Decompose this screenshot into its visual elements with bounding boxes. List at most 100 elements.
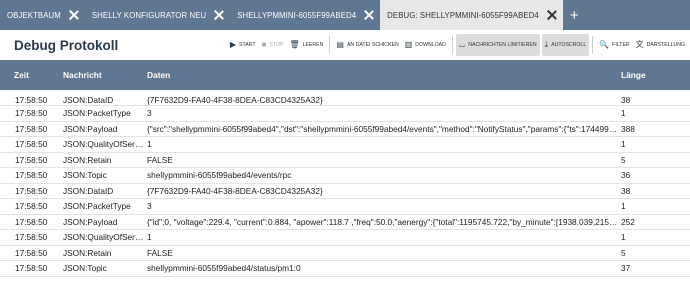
stop-button[interactable]: ■ STOP (259, 34, 287, 56)
cell-time: 17:58:50 (15, 94, 48, 105)
tab-label: SHELLY KONFIGURATOR NEU (91, 10, 207, 20)
download-label: DOWNLOAD (415, 42, 446, 48)
toolbar-divider (592, 36, 594, 54)
table-row[interactable]: 17:58:50 JSON:Retain FALSE 5 (0, 245, 690, 261)
table-header: Zeit Nachricht Daten Länge (0, 60, 690, 90)
cell-time: 17:58:50 (15, 232, 48, 243)
clear-button[interactable]: 🗑 LEEREN (286, 34, 326, 56)
translate-icon: 文 (635, 40, 644, 49)
trash-icon: 🗑 (289, 40, 300, 49)
close-icon[interactable] (547, 10, 557, 20)
cell-message: JSON:QualityOfServi... (63, 139, 147, 150)
display-label: DARSTELLUNG (646, 42, 685, 48)
cell-length: 38 (621, 94, 631, 105)
search-icon: 🔍 (599, 40, 610, 49)
table-row[interactable]: 17:58:50 JSON:PacketType 3 1 (0, 106, 690, 121)
cell-data: FALSE (147, 154, 173, 165)
start-button[interactable]: ▶ START (227, 34, 259, 56)
limit-icon: ⌴ (458, 40, 466, 49)
arrow-down-icon: ⤓ (544, 40, 549, 49)
document-icon: ▥ (404, 40, 413, 49)
close-icon[interactable] (69, 10, 79, 20)
cell-length: 252 (621, 216, 635, 227)
table-row[interactable]: 17:58:50 JSON:DataID {7F7632D9-FA40-4F38-8… (0, 90, 690, 106)
limit-messages-toggle[interactable]: ⌴ NACHRICHTEN LIMITIEREN (455, 34, 540, 56)
cell-length: 5 (621, 154, 626, 165)
table-row[interactable]: 17:58:50 JSON:QualityOfServi... 1 1 (0, 230, 690, 245)
cell-message: JSON:Payload (63, 216, 118, 227)
tab-shellypmmini[interactable]: SHELLYPMMINI-6055F99ABED4 (230, 0, 380, 30)
table-row[interactable]: 17:58:50 JSON:Retain FALSE 5 (0, 152, 690, 168)
filter-button[interactable]: 🔍 FILTER (596, 34, 632, 56)
tab-label: OBJEKTBAUM (7, 10, 61, 20)
stop-label: STOP (269, 42, 284, 48)
cell-message: JSON:Topic (63, 263, 107, 274)
cell-data: FALSE (147, 247, 173, 258)
close-icon[interactable] (214, 10, 224, 20)
cell-time: 17:58:50 (15, 247, 48, 258)
cell-data: 3 (147, 108, 152, 119)
cell-message: JSON:PacketType (63, 108, 131, 119)
table-body: 17:58:50 JSON:DataID {7F7632D9-FA40-4F38-8… (0, 90, 690, 276)
cell-time: 17:58:50 (15, 263, 48, 274)
cell-time: 17:58:50 (15, 154, 48, 165)
column-header-time[interactable]: Zeit (0, 60, 61, 90)
cell-data: {7F7632D9-FA40-4F38-8DEA-C83CD4325A32} (147, 185, 323, 196)
cell-time: 17:58:50 (15, 123, 48, 134)
debug-log-table[interactable]: Zeit Nachricht Daten Länge 17:58:50 JSON:… (0, 60, 690, 291)
cell-message: JSON:QualityOfServi... (63, 232, 147, 243)
stop-icon: ■ (261, 40, 267, 49)
toolbar: Debug Protokoll ▶ START ■ STOP 🗑 LEEREN … (0, 30, 690, 60)
cell-message: JSON:DataID (63, 185, 114, 196)
table-row[interactable]: 17:58:50 JSON:Topic shellypmmini-6055f99ab… (0, 168, 690, 183)
tab-objektbaum[interactable]: OBJEKTBAUM (0, 0, 85, 30)
plus-icon[interactable]: + (563, 0, 586, 30)
filter-label: FILTER (612, 42, 630, 48)
table-row[interactable]: 17:58:50 JSON:Payload {"id":0, "voltage":2… (0, 214, 690, 230)
column-header-message[interactable]: Nachricht (61, 60, 147, 90)
cell-message: JSON:PacketType (63, 201, 131, 212)
cell-data: {"id":0, "voltage":229.4, "current":0.88… (147, 216, 621, 227)
cell-data: {"src":"shellypmmini-6055f99abed4","dst"… (147, 123, 621, 134)
tab-label: DEBUG: SHELLYPMMINI-6055F99ABED4 (387, 10, 539, 20)
toolbar-divider (329, 36, 331, 54)
cell-length: 1 (621, 108, 626, 119)
table-row[interactable]: 17:58:50 JSON:Payload {"src":"shellypmmini… (0, 121, 690, 137)
cell-length: 37 (621, 263, 631, 274)
toolbar-divider (451, 36, 453, 54)
cell-data: shellypmmini-6055f99abed4/events/rpc (147, 170, 292, 181)
column-header-length[interactable]: Länge (621, 60, 690, 90)
cell-message: JSON:DataID (63, 94, 114, 105)
tab-bar: OBJEKTBAUM SHELLY KONFIGURATOR NEU SHELL… (0, 0, 690, 30)
toolbar-actions: ▶ START ■ STOP 🗑 LEEREN ▤ AN DATEI SCHIC… (227, 33, 688, 57)
table-row[interactable]: 17:58:50 JSON:QualityOfServi... 1 1 (0, 137, 690, 152)
download-button[interactable]: ▥ DOWNLOAD (402, 34, 449, 56)
cell-time: 17:58:50 (15, 108, 48, 119)
autoscroll-toggle[interactable]: ⤓ AUTOSCROLL (541, 34, 590, 56)
cell-length: 1 (621, 232, 626, 243)
cell-length: 1 (621, 201, 626, 212)
table-row[interactable]: 17:58:50 JSON:PacketType 3 1 (0, 199, 690, 214)
tab-debug[interactable]: DEBUG: SHELLYPMMINI-6055F99ABED4 (380, 0, 563, 30)
cell-data: 1 (147, 232, 152, 243)
display-button[interactable]: 文 DARSTELLUNG (633, 34, 688, 56)
cell-message: JSON:Retain (63, 154, 112, 165)
cell-length: 1 (621, 139, 626, 150)
cell-length: 388 (621, 123, 635, 134)
tab-label: SHELLYPMMINI-6055F99ABED4 (237, 10, 357, 20)
table-row[interactable]: 17:58:50 JSON:DataID {7F7632D9-FA40-4F38-8… (0, 183, 690, 199)
tab-shelly-konfigurator[interactable]: SHELLY KONFIGURATOR NEU (85, 0, 230, 30)
cell-time: 17:58:50 (15, 201, 48, 212)
send-to-file-label: AN DATEI SCHICKEN (346, 42, 399, 48)
cell-length: 36 (621, 170, 631, 181)
table-row[interactable]: 17:58:50 JSON:Topic shellypmmini-6055f99ab… (0, 261, 690, 276)
close-icon[interactable] (364, 10, 374, 20)
file-icon: ▤ (336, 40, 344, 49)
column-header-data[interactable]: Daten (147, 60, 621, 90)
cell-data: shellypmmini-6055f99abed4/status/pm1:0 (147, 263, 301, 274)
log-table: Zeit Nachricht Daten Länge 17:58:50 JSON:… (0, 60, 690, 277)
cell-time: 17:58:50 (15, 216, 48, 227)
send-to-file-button[interactable]: ▤ AN DATEI SCHICKEN (333, 34, 401, 56)
autoscroll-label: AUTOSCROLL (551, 42, 587, 48)
cell-time: 17:58:50 (15, 170, 48, 181)
